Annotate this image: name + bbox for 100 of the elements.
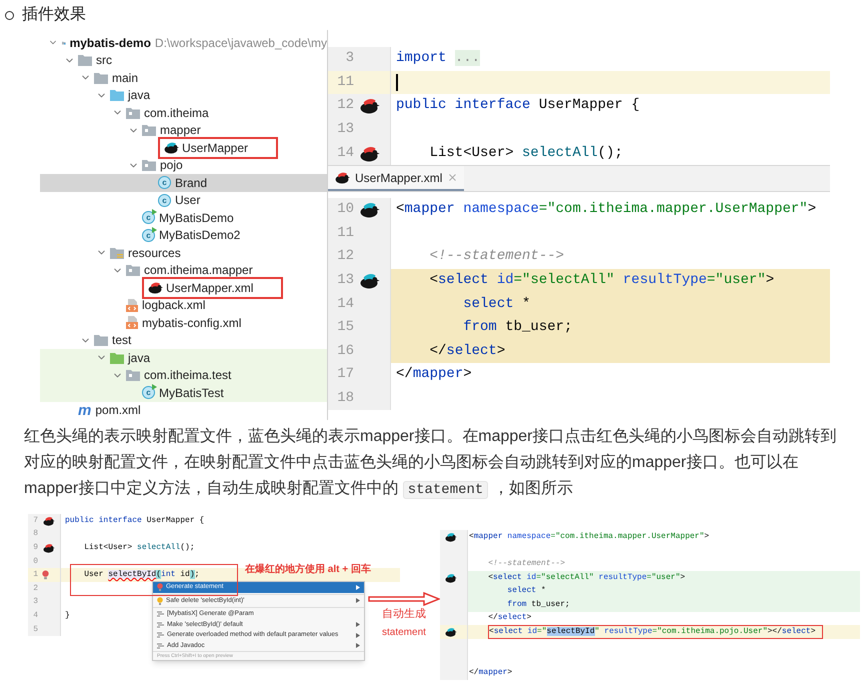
package-icon: [142, 159, 156, 172]
code-line: </mapper>: [469, 666, 512, 679]
code-line: import ...: [396, 49, 480, 68]
bird-icon[interactable]: [42, 516, 55, 526]
tree-row[interactable]: logback.xml: [40, 296, 327, 314]
bulb-icon: [157, 596, 163, 605]
file-name: java: [128, 87, 150, 104]
tree-row[interactable]: c MyBatisDemo2: [40, 226, 327, 244]
code-line: from tb_user;: [462, 318, 572, 338]
body-paragraph: 红色头绳的表示映射配置文件，蓝色头绳的表示mapper接口。在mapper接口点击红色头绳的小鸟图标会自动跳转到对应的映射配置文件，在映射配置文件中点击蓝色头绳的小鸟图标会自动跳转到对应的mapper接口。也可以在mapper接口中定义方法，自动生成映射配置文件中的 statement ，如图所示: [24, 426, 838, 501]
bird-icon[interactable]: [358, 144, 380, 162]
bird-icon[interactable]: [358, 97, 380, 114]
tree-row[interactable]: main: [40, 69, 327, 86]
file-name: MyBatisDemo: [159, 210, 234, 227]
package-icon: [126, 106, 140, 119]
project-name: mybatis-demo: [70, 34, 151, 52]
maven-icon: m: [78, 402, 92, 418]
line-number: 1: [32, 569, 38, 582]
line-number: 12: [336, 96, 354, 116]
package-icon: [126, 369, 140, 382]
line-number: 11: [336, 72, 354, 92]
code-line: }: [65, 610, 70, 622]
file-name: resources: [128, 244, 181, 262]
arrow-label: 自动生成: [382, 607, 426, 622]
folder-icon: [94, 72, 108, 84]
line-number: 0: [32, 556, 38, 568]
file-name: com.itheima.test: [144, 367, 232, 384]
line-number: 13: [336, 120, 354, 140]
code-line: <mapper namespace="com.itheima.mapper.UserMapper">: [396, 200, 816, 220]
file-name: src: [96, 52, 112, 70]
line-number: 5: [32, 624, 38, 636]
code-line: User selectById(int id);: [83, 569, 200, 582]
folder-icon: [78, 54, 92, 66]
tree-row[interactable]: m pom.xml: [40, 402, 327, 419]
bird-icon[interactable]: [334, 171, 350, 184]
code-line: </select>: [487, 612, 532, 624]
bird-icon[interactable]: [444, 572, 457, 583]
tree-row[interactable]: pojo: [40, 156, 327, 174]
file-name: com.itheima.mapper: [144, 262, 253, 280]
tree-row[interactable]: mapper: [40, 122, 327, 139]
annotation-text: 在爆红的地方使用 alt + 回车: [245, 562, 371, 577]
file-name: pom.xml: [95, 402, 141, 420]
folder-icon: [110, 89, 124, 102]
tree-row[interactable]: c User: [40, 192, 327, 209]
hollow-arrow: [368, 592, 440, 606]
file-name: main: [112, 70, 138, 87]
class-icon: c: [142, 228, 155, 242]
file-name: mybatis-config.xml: [142, 314, 242, 332]
project-path: D:\workspace\javaweb_code\my: [154, 34, 327, 52]
tree-row[interactable]: mybatis-demo D:\workspace\javaweb_code\my: [40, 34, 327, 52]
tree-row[interactable]: java: [40, 86, 327, 104]
line-number: 12: [336, 247, 354, 266]
tree-row[interactable]: c MyBatisDemo: [40, 209, 327, 226]
line-number: 10: [336, 200, 354, 220]
tree-row[interactable]: UserMapper.xml: [40, 279, 327, 296]
line-number: 13: [336, 271, 354, 290]
bird-icon[interactable]: [444, 626, 457, 637]
file-name: java: [128, 350, 150, 367]
file-name: User: [175, 192, 200, 210]
line-number: 18: [336, 389, 354, 408]
editor-tab[interactable]: UserMapper.xml: [328, 166, 464, 191]
folder-icon: [110, 352, 124, 364]
tree-row[interactable]: com.itheima.test: [40, 366, 327, 384]
tree-row[interactable]: com.itheima.mapper: [40, 262, 327, 279]
bird-icon[interactable]: [147, 281, 163, 294]
xml-file-icon: [126, 316, 138, 330]
code-line: select *: [506, 585, 546, 598]
line-number: 2: [32, 582, 38, 595]
code-line: <mapper namespace="com.itheima.mapper.UserMapper">: [469, 530, 710, 543]
folder-icon: [94, 334, 108, 346]
class-icon: c: [158, 176, 171, 190]
code-line: from tb_user;: [506, 598, 570, 611]
bird-icon[interactable]: [358, 272, 380, 290]
bird-icon[interactable]: [358, 201, 380, 218]
tree-row[interactable]: test: [40, 332, 327, 349]
file-name: logback.xml: [142, 297, 206, 314]
code-line: public interface UserMapper {: [396, 96, 640, 116]
code-line: select *: [462, 294, 530, 314]
bird-icon[interactable]: [444, 532, 457, 542]
file-name: pojo: [160, 157, 183, 174]
tree-row[interactable]: src: [40, 52, 327, 69]
line-number: 11: [336, 224, 354, 243]
tree-row[interactable]: resources: [40, 244, 327, 262]
line-number: 3: [344, 49, 354, 68]
error-bulb-icon[interactable]: [42, 570, 49, 580]
tree-row[interactable]: com.itheima: [40, 104, 327, 122]
line-number: 4: [32, 610, 38, 622]
tree-row[interactable]: UserMapper: [40, 139, 327, 156]
class-icon: c: [142, 386, 155, 400]
bird-icon[interactable]: [42, 542, 55, 553]
tree-row[interactable]: mybatis-config.xml: [40, 314, 327, 332]
tree-row[interactable]: c MyBatisTest: [40, 384, 327, 402]
bird-icon[interactable]: [163, 141, 179, 154]
line-number: 3: [32, 596, 38, 608]
tree-row[interactable]: java: [40, 349, 327, 366]
file-name: mapper: [160, 122, 201, 140]
file-name: com.itheima: [144, 104, 209, 122]
tree-row[interactable]: c Brand: [40, 174, 327, 192]
file-name: UserMapper.xml: [166, 280, 254, 297]
line-number: 15: [336, 318, 354, 338]
